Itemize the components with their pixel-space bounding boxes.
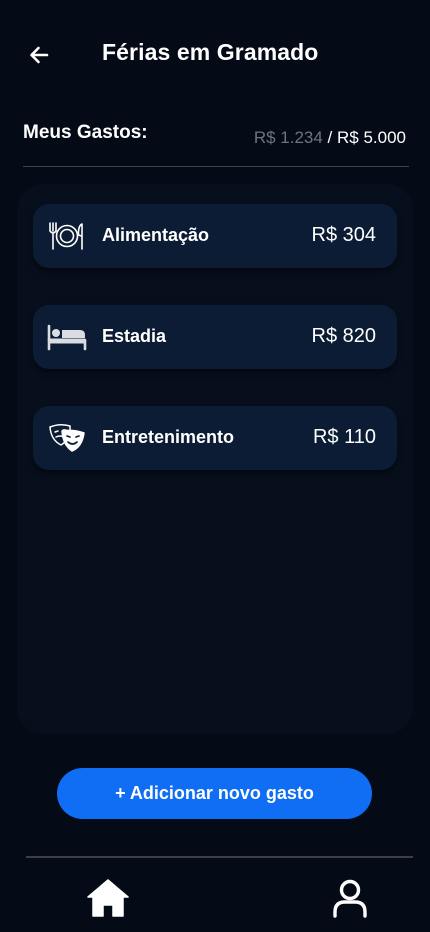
- plate-cutlery-icon: [47, 218, 87, 254]
- summary-divider: [23, 166, 409, 167]
- nav-home-button[interactable]: [86, 878, 130, 918]
- back-button[interactable]: [24, 40, 54, 70]
- summary-values: R$ 1.234 / R$ 5.000: [254, 128, 406, 148]
- bed-icon: [47, 319, 87, 355]
- nav-profile-button[interactable]: [330, 878, 370, 920]
- page-title: Férias em Gramado: [102, 39, 319, 65]
- expense-amount: R$ 820: [311, 325, 377, 347]
- budget-amount: R$ 5.000: [337, 128, 406, 147]
- expense-label: Entretenimento: [102, 427, 235, 447]
- home-icon: [87, 879, 129, 917]
- expense-label: Estadia: [102, 326, 167, 346]
- theater-masks-icon: [47, 420, 87, 456]
- summary-separator: /: [322, 128, 337, 147]
- expense-amount: R$ 304: [311, 224, 377, 246]
- expense-card-alimentacao[interactable]: Alimentação R$ 304: [33, 204, 397, 268]
- summary-label: Meus Gastos:: [23, 122, 148, 143]
- arrow-left-icon: [30, 46, 49, 64]
- profile-icon: [333, 879, 367, 918]
- expense-card-entretenimento[interactable]: Entretenimento R$ 110: [33, 406, 397, 470]
- spent-amount: R$ 1.234: [253, 128, 323, 147]
- expense-label: Alimentação: [102, 225, 210, 245]
- nav-divider: [26, 856, 413, 858]
- expense-card-estadia[interactable]: Estadia R$ 820: [33, 305, 397, 369]
- expense-amount: R$ 110: [312, 426, 376, 448]
- add-expense-button[interactable]: + Adicionar novo gasto: [57, 768, 372, 819]
- header: Férias em Gramado: [0, 0, 430, 110]
